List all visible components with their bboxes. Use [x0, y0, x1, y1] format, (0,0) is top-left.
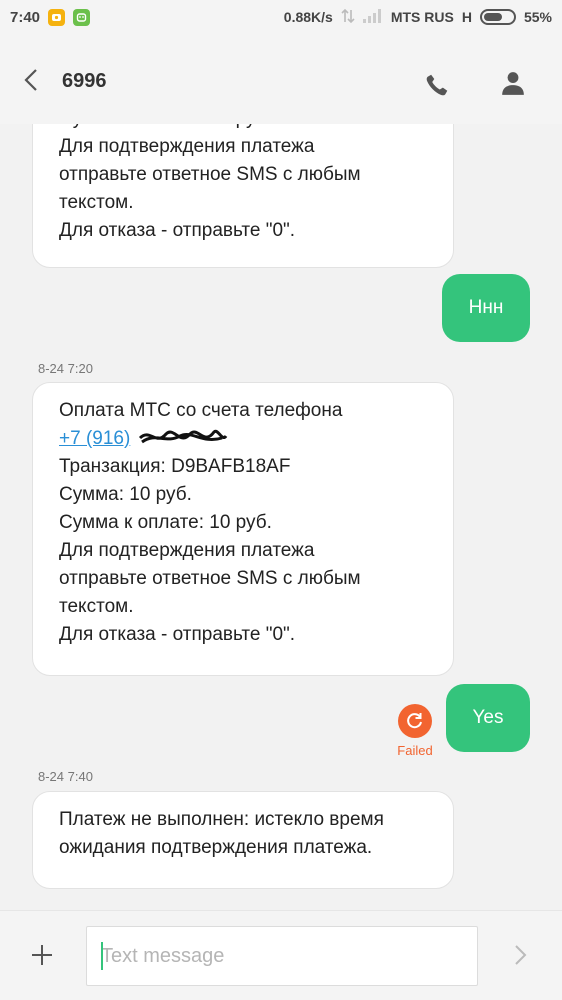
status-time: 7:40 [10, 8, 41, 26]
message-input[interactable] [86, 926, 478, 986]
status-left: 7:40 [10, 8, 91, 26]
phone-icon[interactable] [424, 72, 450, 98]
conversation-title: 6996 [62, 70, 107, 92]
failed-indicator[interactable]: Failed [394, 704, 436, 758]
failed-label: Failed [397, 743, 433, 758]
message-line: отправьте ответное SMS с любым [59, 164, 361, 185]
signal-icon [362, 8, 383, 26]
data-transfer-icon [341, 8, 355, 27]
message-line: Для отказа - отправьте "0". [59, 220, 296, 241]
conversation-header: 6996 [0, 34, 562, 124]
message-line: Транзакция: D9BAFB18AF [59, 456, 291, 477]
outgoing-message[interactable]: Ннн [442, 274, 530, 342]
carrier-name: MTS RUS [390, 9, 454, 25]
incoming-message[interactable]: Оплата МТС со счета телефона +7 (916) Тр… [32, 382, 454, 676]
back-arrow-icon[interactable] [20, 68, 44, 92]
message-line: Сумма к оплате: 10 руб. [59, 512, 272, 533]
message-text: Ннн [468, 297, 504, 318]
message-line: Платеж не выполнен: истекло время [59, 809, 384, 830]
green-notification-icon [73, 8, 91, 26]
message-line: Оплата МТС со счета телефона [59, 400, 343, 421]
contact-icon[interactable] [500, 70, 526, 96]
battery-percent: 55% [523, 9, 552, 25]
incoming-message[interactable]: Платеж не выполнен: истекло время ожидан… [32, 791, 454, 889]
yellow-notification-icon [48, 8, 66, 26]
status-bar: 7:40 0.88K/s MTS RUS H 55% [0, 0, 562, 34]
network-speed: 0.88K/s [283, 9, 333, 25]
message-line: Для подтверждения платежа [59, 136, 315, 157]
message-composer [0, 910, 562, 1000]
send-arrow-icon[interactable] [508, 943, 532, 967]
message-line: Сумма к оплате: 30 руб. [59, 124, 427, 133]
message-line: отправьте ответное SMS с любым [59, 568, 361, 589]
message-line: Сумма: 10 руб. [59, 484, 192, 505]
network-type: H [461, 9, 472, 25]
phone-number-link[interactable]: +7 (916) [59, 428, 130, 449]
message-text: Yes [472, 707, 504, 728]
retry-icon[interactable] [398, 704, 432, 738]
message-timestamp: 8-24 7:40 [38, 769, 93, 784]
outgoing-message[interactable]: Yes [446, 684, 530, 752]
status-right: 0.88K/s MTS RUS H 55% [284, 8, 552, 27]
redacted-scribble [136, 426, 228, 448]
plus-icon[interactable] [30, 943, 54, 967]
message-line: ожидания подтверждения платежа. [59, 837, 373, 858]
text-cursor [101, 942, 103, 970]
message-line: текстом. [59, 192, 134, 213]
incoming-message[interactable]: Сумма к оплате: 30 руб. Для подтверждени… [32, 124, 454, 268]
message-line: текстом. [59, 596, 134, 617]
message-line: Для отказа - отправьте "0". [59, 624, 296, 645]
message-list[interactable]: Сумма к оплате: 30 руб. Для подтверждени… [0, 124, 562, 910]
message-timestamp: 8-24 7:20 [38, 361, 93, 376]
message-line: +7 (916) [59, 425, 427, 453]
battery-icon [479, 9, 516, 25]
message-line: Для подтверждения платежа [59, 540, 315, 561]
